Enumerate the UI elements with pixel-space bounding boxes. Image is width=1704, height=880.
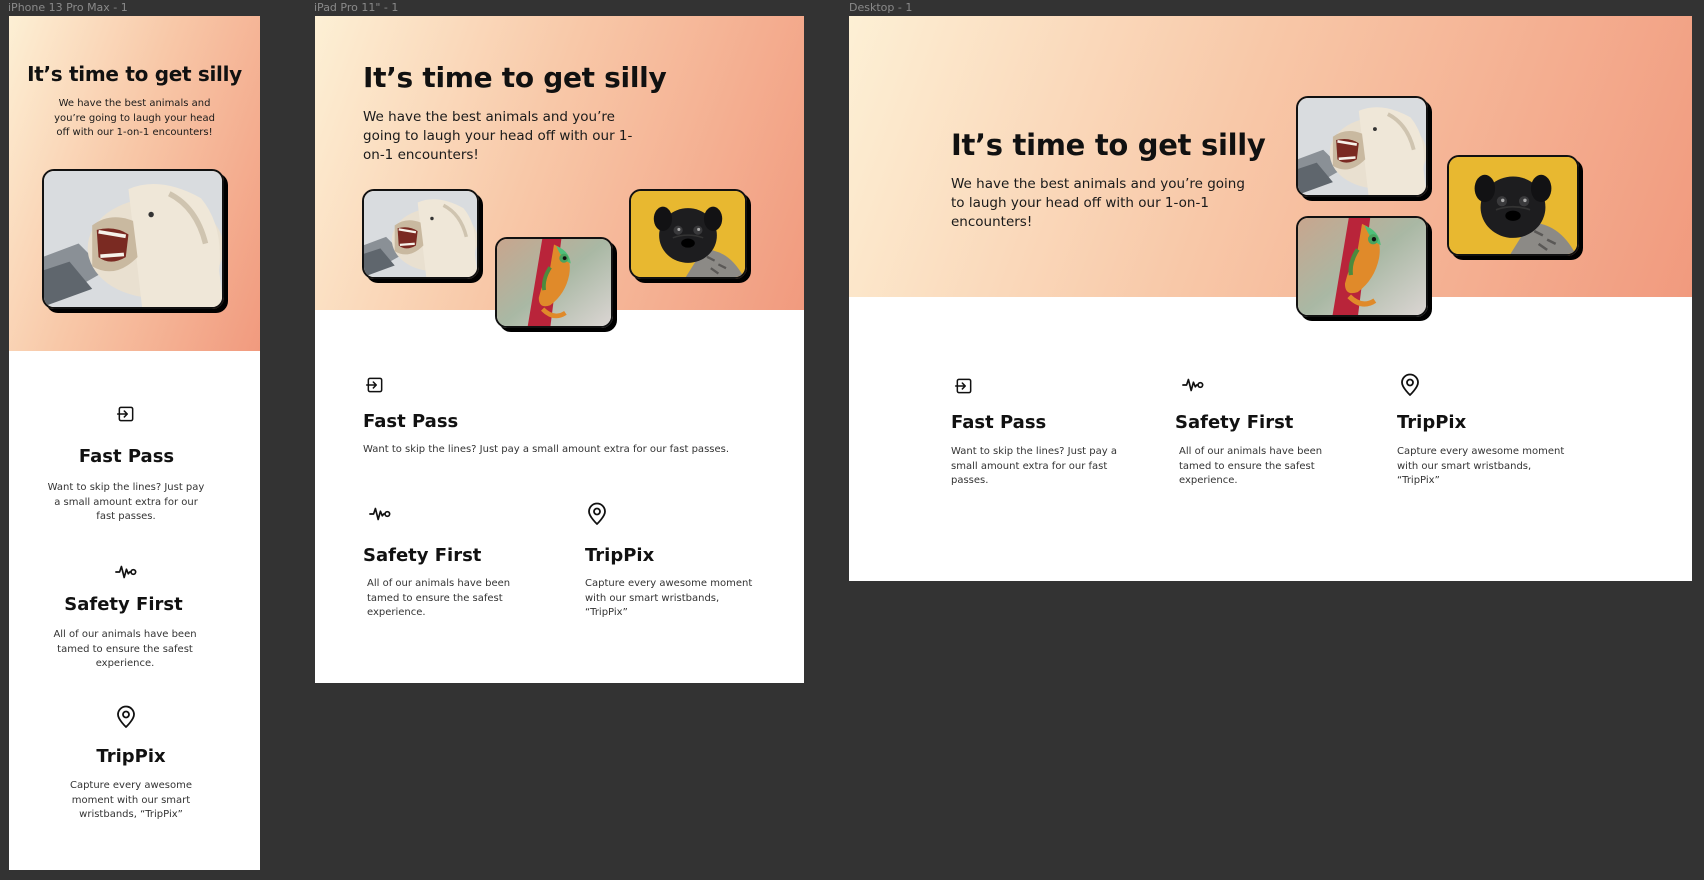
enter-icon xyxy=(365,375,385,395)
feature-title-safety-first: Safety First xyxy=(363,545,482,566)
heartbeat-icon xyxy=(366,503,394,525)
tablet-frame: It’s time to get silly We have the best … xyxy=(315,16,804,683)
frame-label-tablet: iPad Pro 11" - 1 xyxy=(314,1,399,14)
enter-icon xyxy=(116,404,136,424)
feature-title-safety-first: Safety First xyxy=(64,594,183,615)
heartbeat-icon xyxy=(113,561,139,583)
laughing-horse-image xyxy=(42,169,224,309)
pug-image xyxy=(629,189,747,279)
feature-title-safety-first: Safety First xyxy=(1175,412,1294,433)
enter-icon xyxy=(954,376,974,396)
laughing-horse-image xyxy=(362,189,479,279)
hero-subtitle: We have the best animals and you’re goin… xyxy=(54,98,215,138)
feature-title-fast-pass: Fast Pass xyxy=(78,446,175,467)
feature-title-fast-pass: Fast Pass xyxy=(363,411,459,432)
feature-title-trippix: TripPix xyxy=(96,746,166,767)
feature-text-fast-pass: Want to skip the lines? Just pay a small… xyxy=(951,446,1117,486)
map-pin-icon xyxy=(1398,373,1422,397)
hero-subtitle: We have the best animals and you’re goin… xyxy=(363,109,633,163)
map-pin-icon xyxy=(585,502,609,526)
feature-text-trippix: Capture every awesome moment with our sm… xyxy=(1397,446,1565,486)
feature-text-safety-first: All of our animals have been tamed to en… xyxy=(53,629,197,669)
chameleon-image xyxy=(1296,216,1428,317)
hero-title: It’s time to get silly xyxy=(363,61,667,94)
feature-text-safety-first: All of our animals have been tamed to en… xyxy=(367,578,511,618)
feature-title-trippix: TripPix xyxy=(585,545,655,566)
frame-label-phone: iPhone 13 Pro Max - 1 xyxy=(8,1,128,14)
feature-title-trippix: TripPix xyxy=(1397,412,1467,433)
hero-title: It’s time to get silly xyxy=(951,128,1266,162)
feature-text-fast-pass: Want to skip the lines? Just pay a small… xyxy=(363,444,730,455)
chameleon-image xyxy=(495,237,613,328)
feature-text-fast-pass: Want to skip the lines? Just pay a small… xyxy=(47,482,205,522)
hero-subtitle: We have the best animals and you’re goin… xyxy=(951,176,1245,231)
phone-frame: It’s time to get silly We have the best … xyxy=(9,16,260,870)
hero-title: It’s time to get silly xyxy=(27,62,242,86)
feature-title-fast-pass: Fast Pass xyxy=(951,412,1047,433)
feature-text-trippix: Capture every awesome moment with our sm… xyxy=(585,578,753,618)
laughing-horse-image xyxy=(1296,96,1428,197)
desktop-frame: It’s time to get silly We have the best … xyxy=(849,16,1692,581)
feature-text-trippix: Capture every awesome moment with our sm… xyxy=(69,780,193,820)
map-pin-icon xyxy=(114,705,138,729)
pug-image xyxy=(1447,155,1579,256)
heartbeat-icon xyxy=(1179,374,1207,396)
feature-text-safety-first: All of our animals have been tamed to en… xyxy=(1179,446,1323,486)
frame-label-desktop: Desktop - 1 xyxy=(849,1,913,14)
